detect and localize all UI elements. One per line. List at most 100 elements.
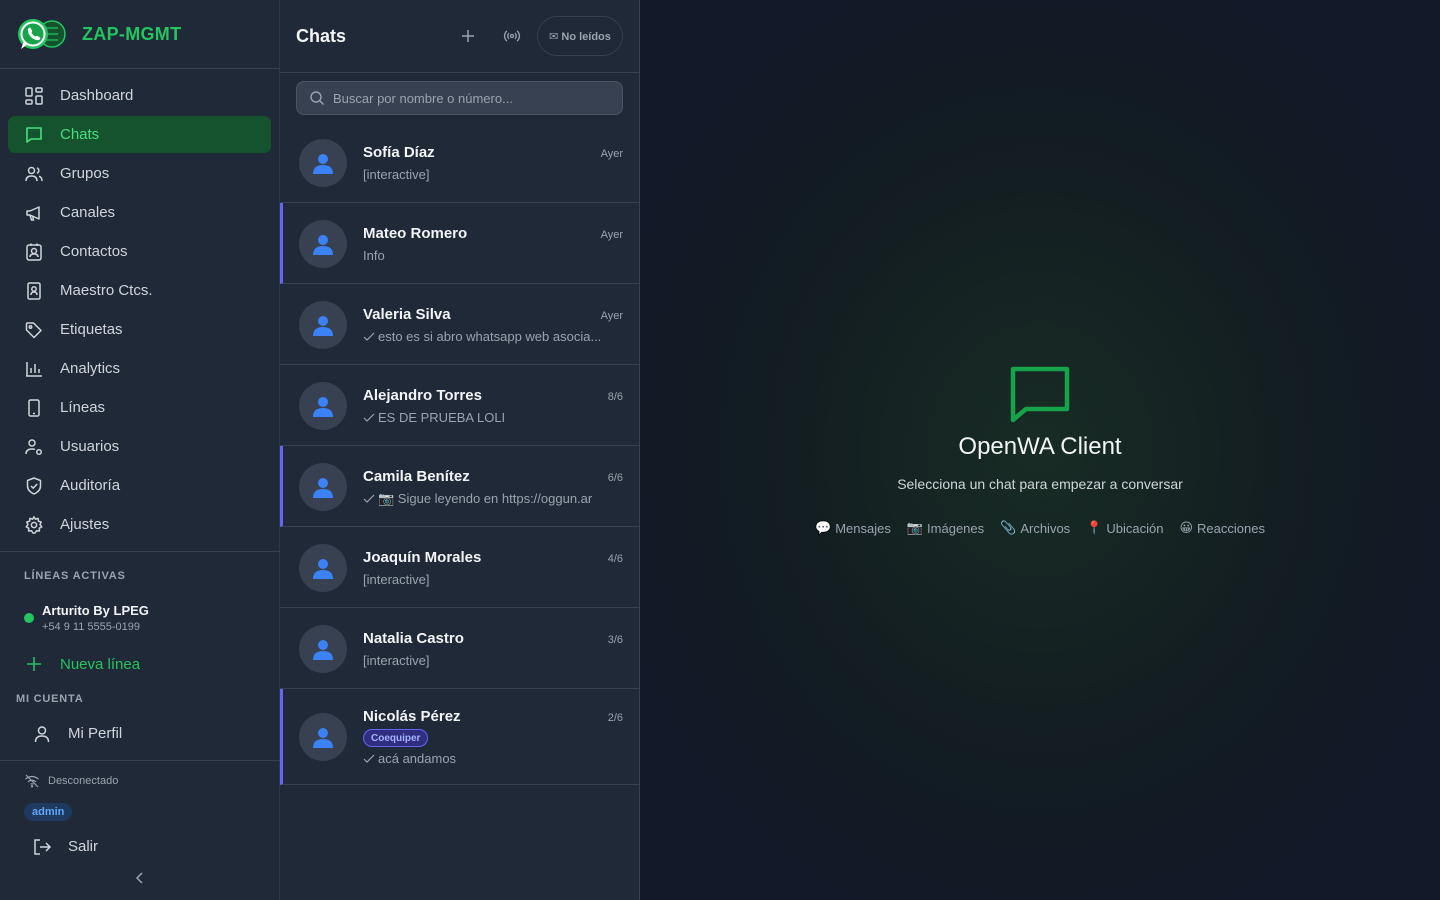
chat-row[interactable]: Joaquín Morales 4/6 [interactive] (280, 527, 639, 608)
chat-preview: [interactive] (363, 653, 429, 668)
nav-item-label: Ajustes (60, 516, 110, 533)
wifi-off-icon (25, 774, 39, 788)
chat-row[interactable]: Mateo Romero Ayer Info (280, 203, 639, 284)
broadcast-button[interactable] (500, 24, 524, 48)
chat-preview-text: Info (363, 248, 385, 263)
unread-filter-button[interactable]: ✉ No leídos (537, 16, 623, 56)
active-line[interactable]: Arturito By LPEG +54 9 11 5555-0199 (24, 603, 149, 633)
user-avatar-icon (313, 316, 333, 336)
nav-item-label: Grupos (60, 165, 110, 182)
user-avatar-icon (313, 640, 333, 660)
chat-preview-text: 📷 Sigue leyendo en https://oggun.ar (378, 491, 593, 506)
nav-item-label: Contactos (60, 243, 128, 260)
feature-item: 📍 Ubicación (1086, 520, 1163, 536)
chat-time: Ayer (600, 310, 623, 322)
search-input[interactable] (333, 90, 603, 106)
chat-time: 8/6 (607, 391, 623, 403)
nav-item-dashboard[interactable]: Dashboard (8, 77, 271, 114)
logout-icon (34, 838, 52, 855)
broadcast-icon (503, 30, 521, 42)
nav-item-contactos[interactable]: Contactos (8, 233, 271, 270)
app-subtitle: Selecciona un chat para empezar a conver… (897, 476, 1183, 492)
avatar (299, 544, 347, 592)
nav-item-canales[interactable]: Canales (8, 194, 271, 231)
nav-item-label: Maestro Ctcs. (60, 282, 153, 299)
new-line-label: Nueva línea (60, 655, 141, 673)
nav-item-lineas[interactable]: Líneas (8, 389, 271, 426)
tag-icon (25, 321, 42, 338)
dashboard-icon (25, 86, 43, 105)
chat-time: 6/6 (607, 472, 623, 484)
megaphone-icon (26, 205, 40, 221)
chat-preview: 📷 Sigue leyendo en https://oggun.ar (363, 491, 592, 507)
avatar (299, 139, 347, 187)
nav-item-etiquetas[interactable]: Etiquetas (8, 311, 271, 348)
user-avatar-icon (313, 154, 333, 174)
line-phone: +54 9 11 5555-0199 (42, 621, 140, 633)
chat-preview: [interactive] (363, 167, 429, 182)
chat-row[interactable]: Natalia Castro 3/6 [interactive] (280, 608, 639, 689)
user-gear-icon (25, 438, 43, 455)
address-book-icon (27, 281, 41, 300)
new-line-button[interactable]: Nueva línea (24, 654, 140, 674)
chat-icon (26, 126, 42, 143)
phone-icon (28, 398, 40, 417)
chat-preview: Info (363, 248, 385, 263)
feature-item: 📷 Imágenes (907, 520, 984, 536)
nav-item-ajustes[interactable]: Ajustes (8, 506, 271, 543)
chat-list-panel: Chats ✉ No leídos Sofía Díaz Ayer [inter… (280, 0, 640, 900)
feature-label: Ubicación (1106, 520, 1164, 536)
nav-item-auditoria[interactable]: Auditoría (8, 467, 271, 504)
new-chat-button[interactable] (456, 24, 480, 48)
main-empty-state: OpenWA Client Selecciona un chat para em… (640, 0, 1440, 900)
chat-name: Alejandro Torres (363, 387, 482, 404)
chat-list-header: Chats ✉ No leídos (280, 0, 639, 73)
nav-item-mi-perfil[interactable]: Mi Perfil (16, 715, 280, 752)
chat-bubble-icon (1010, 366, 1070, 423)
nav-item-grupos[interactable]: Grupos (8, 155, 271, 192)
nav-item-chats[interactable]: Chats (8, 116, 271, 153)
logout-label: Salir (68, 838, 99, 855)
user-icon (34, 725, 50, 742)
nav-item-label: Dashboard (60, 87, 134, 104)
chat-list-title: Chats (296, 25, 347, 46)
collapse-sidebar-icon[interactable] (132, 870, 148, 886)
avatar (299, 713, 347, 761)
avatar (299, 382, 347, 430)
chat-tag-badge: Coequiper (363, 729, 429, 747)
avatar (299, 220, 347, 268)
nav-item-analytics[interactable]: Analytics (8, 350, 271, 387)
chat-preview-text: [interactive] (363, 167, 430, 182)
line-name: Arturito By LPEG (42, 603, 149, 618)
chat-row[interactable]: Nicolás Pérez 2/6 Coequiper acá andamos (280, 689, 639, 785)
user-avatar-icon (313, 235, 333, 255)
nav-item-label: Usuarios (60, 438, 120, 455)
sent-check-icon (363, 413, 375, 422)
nav-item-maestro-ctcs[interactable]: Maestro Ctcs. (8, 272, 271, 309)
user-avatar-icon (313, 478, 333, 498)
nav-item-label: Mi Perfil (68, 725, 123, 742)
chat-preview: ES DE PRUEBA LOLI (363, 410, 505, 425)
logout-button[interactable]: Salir (16, 828, 280, 865)
account-section-label: MI CUENTA (16, 693, 84, 705)
whatsapp-logo-icon (16, 15, 68, 53)
smiley-icon: 😀 (1179, 520, 1194, 535)
sidebar: ZAP-MGMT Dashboard Chats Grupos Canales … (0, 0, 280, 900)
chat-row[interactable]: Alejandro Torres 8/6 ES DE PRUEBA LOLI (280, 365, 639, 446)
chat-row[interactable]: Valeria Silva Ayer esto es si abro whats… (280, 284, 639, 365)
feature-item: 💬 Mensajes (815, 520, 891, 536)
chat-row[interactable]: Camila Benítez 6/6 📷 Sigue leyendo en ht… (280, 446, 639, 527)
nav-item-usuarios[interactable]: Usuarios (8, 428, 271, 465)
feature-list: 💬 Mensajes 📷 Imágenes 📎 Archivos 📍 Ubicación… (640, 520, 1440, 536)
chat-time: 2/6 (607, 712, 623, 724)
feature-label: Archivos (1020, 520, 1071, 536)
chat-time: Ayer (600, 148, 623, 160)
chat-name: Mateo Romero (363, 225, 468, 242)
chat-preview-text: ES DE PRUEBA LOLI (378, 410, 506, 425)
lines-section-label: LÍNEAS ACTIVAS (24, 570, 126, 582)
nav-item-label: Canales (60, 204, 116, 221)
nav-item-label: Etiquetas (60, 321, 123, 338)
chat-name: Nicolás Pérez (363, 708, 461, 725)
chat-row[interactable]: Sofía Díaz Ayer [interactive] (280, 122, 639, 203)
plus-icon (462, 30, 474, 42)
